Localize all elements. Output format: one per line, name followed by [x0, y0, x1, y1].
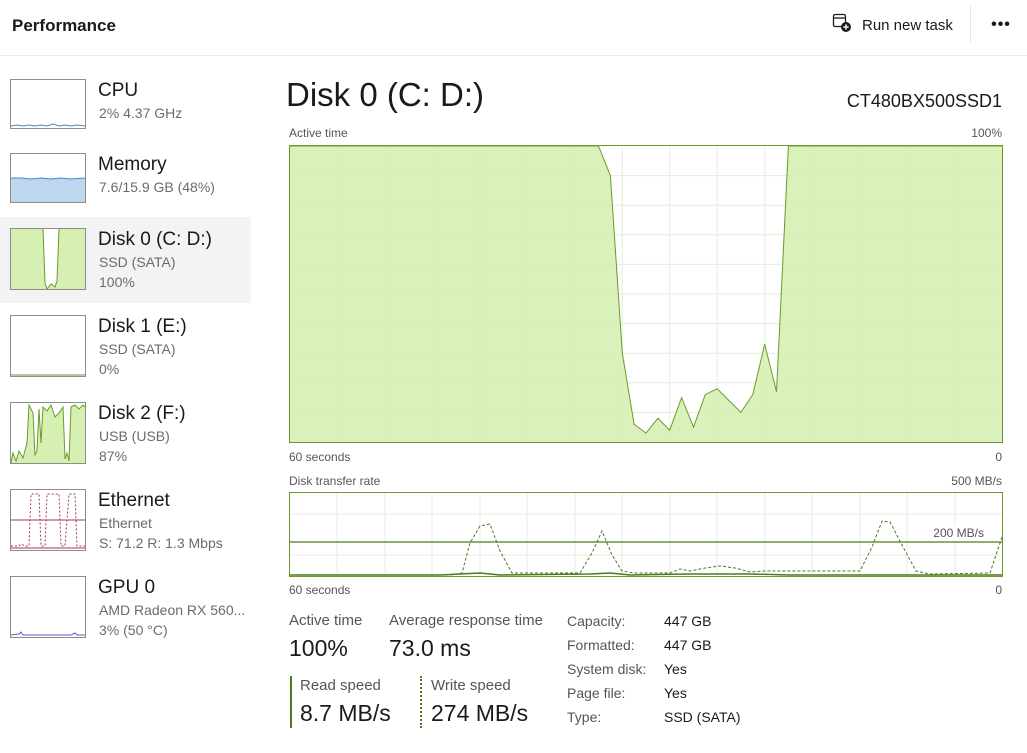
transfer-rate-graph-min: 0 — [995, 583, 1002, 597]
run-task-label: Run new task — [862, 16, 953, 34]
active-time-graph-max: 100% — [971, 126, 1002, 140]
cpu-thumbnail-chart — [10, 79, 86, 129]
sidebar-item-name: Ethernet — [98, 490, 170, 511]
run-task-icon — [832, 13, 852, 38]
page-file-value: Yes — [664, 685, 687, 701]
sidebar-item-detail: SSD (SATA) — [99, 254, 176, 270]
header-divider — [970, 6, 971, 42]
avg-response-stat-value: 73.0 ms — [389, 635, 471, 661]
sidebar-item-name: Memory — [98, 154, 167, 175]
more-icon: ••• — [991, 16, 1011, 33]
disk-0-thumbnail-chart — [10, 228, 86, 290]
sidebar-item-usage: 0% — [99, 361, 120, 377]
sidebar-item-name: CPU — [98, 80, 139, 101]
write-speed-marker — [420, 676, 422, 728]
sidebar-item-usage: S: 71.2 R: 1.3 Mbps — [99, 535, 223, 551]
sidebar-item-name: Disk 0 (C: D:) — [98, 229, 212, 250]
write-rate-line — [290, 520, 1002, 576]
gpu-thumbnail-chart — [10, 576, 86, 638]
ethernet-thumbnail-chart — [10, 489, 86, 551]
sidebar-item-usage: 100% — [99, 274, 135, 290]
active-time-graph-label: Active time — [289, 126, 348, 140]
disk-2-thumbnail-chart — [10, 402, 86, 464]
read-speed-value: 8.7 MB/s — [300, 700, 391, 726]
page-file-label: Page file: — [567, 685, 626, 701]
sidebar-item-detail: USB (USB) — [99, 428, 170, 444]
transfer-rate-graph-max: 500 MB/s — [951, 474, 1002, 488]
active-time-graph-min: 0 — [995, 450, 1002, 464]
write-speed-label: Write speed — [431, 677, 511, 694]
transfer-rate-graph-label: Disk transfer rate — [289, 474, 381, 488]
disk-model: CT480BX500SSD1 — [846, 91, 1002, 111]
sidebar-item-detail: 7.6/15.9 GB (48%) — [99, 179, 215, 195]
active-time-stat-value: 100% — [289, 635, 348, 661]
sidebar-item-name: GPU 0 — [98, 577, 156, 598]
type-label: Type: — [567, 709, 602, 725]
system-disk-label: System disk: — [567, 661, 647, 677]
sidebar-item-usage: 3% (50 °C) — [99, 622, 168, 638]
read-speed-label: Read speed — [300, 677, 381, 694]
sidebar-item-disk-2[interactable]: Disk 2 (F:) USB (USB) 87% — [0, 391, 251, 477]
sidebar-item-detail: 2% 4.37 GHz — [99, 105, 183, 121]
sidebar-item-disk-0[interactable]: Disk 0 (C: D:) SSD (SATA) 100% — [0, 217, 251, 303]
active-time-graph-duration: 60 seconds — [289, 450, 351, 464]
page-title: Performance — [12, 16, 116, 35]
sidebar-item-ethernet[interactable]: Ethernet Ethernet S: 71.2 R: 1.3 Mbps — [0, 478, 251, 564]
disk-title: Disk 0 (C: D:) — [286, 76, 484, 113]
sidebar-item-cpu[interactable]: CPU 2% 4.37 GHz — [0, 60, 251, 146]
transfer-rate-graph-duration: 60 seconds — [289, 583, 351, 597]
sidebar-item-detail: Ethernet — [99, 515, 152, 531]
active-time-stat-label: Active time — [289, 612, 363, 629]
sidebar-item-detail: AMD Radeon RX 560... — [99, 602, 246, 618]
capacity-label: Capacity: — [567, 613, 626, 629]
sidebar-item-disk-1[interactable]: Disk 1 (E:) SSD (SATA) 0% — [0, 304, 251, 390]
memory-thumbnail-chart — [10, 153, 86, 203]
more-options-button[interactable]: ••• — [988, 14, 1014, 36]
write-speed-value: 274 MB/s — [431, 700, 529, 726]
transfer-rate-graph — [289, 492, 1003, 577]
formatted-label: Formatted: — [567, 637, 635, 653]
formatted-value: 447 GB — [664, 637, 712, 653]
disk-1-thumbnail-chart — [10, 315, 86, 377]
run-new-task-button[interactable]: Run new task — [832, 12, 953, 38]
transfer-grid — [290, 493, 1002, 576]
transfer-rate-reference-label: 200 MB/s — [931, 526, 986, 540]
sidebar-item-gpu-0[interactable]: GPU 0 AMD Radeon RX 560... 3% (50 °C) — [0, 565, 251, 651]
sidebar-item-usage: 87% — [99, 448, 128, 464]
system-disk-value: Yes — [664, 661, 687, 677]
active-time-graph — [289, 145, 1003, 443]
avg-response-stat-label: Average response time — [389, 612, 543, 629]
sidebar-item-name: Disk 1 (E:) — [98, 316, 187, 337]
read-speed-marker — [290, 676, 292, 728]
sidebar-item-detail: SSD (SATA) — [99, 341, 176, 357]
type-value: SSD (SATA) — [664, 709, 741, 725]
capacity-value: 447 GB — [664, 613, 712, 629]
header-bar: Performance Run new task ••• — [0, 0, 1027, 56]
sidebar-item-name: Disk 2 (F:) — [98, 403, 186, 424]
